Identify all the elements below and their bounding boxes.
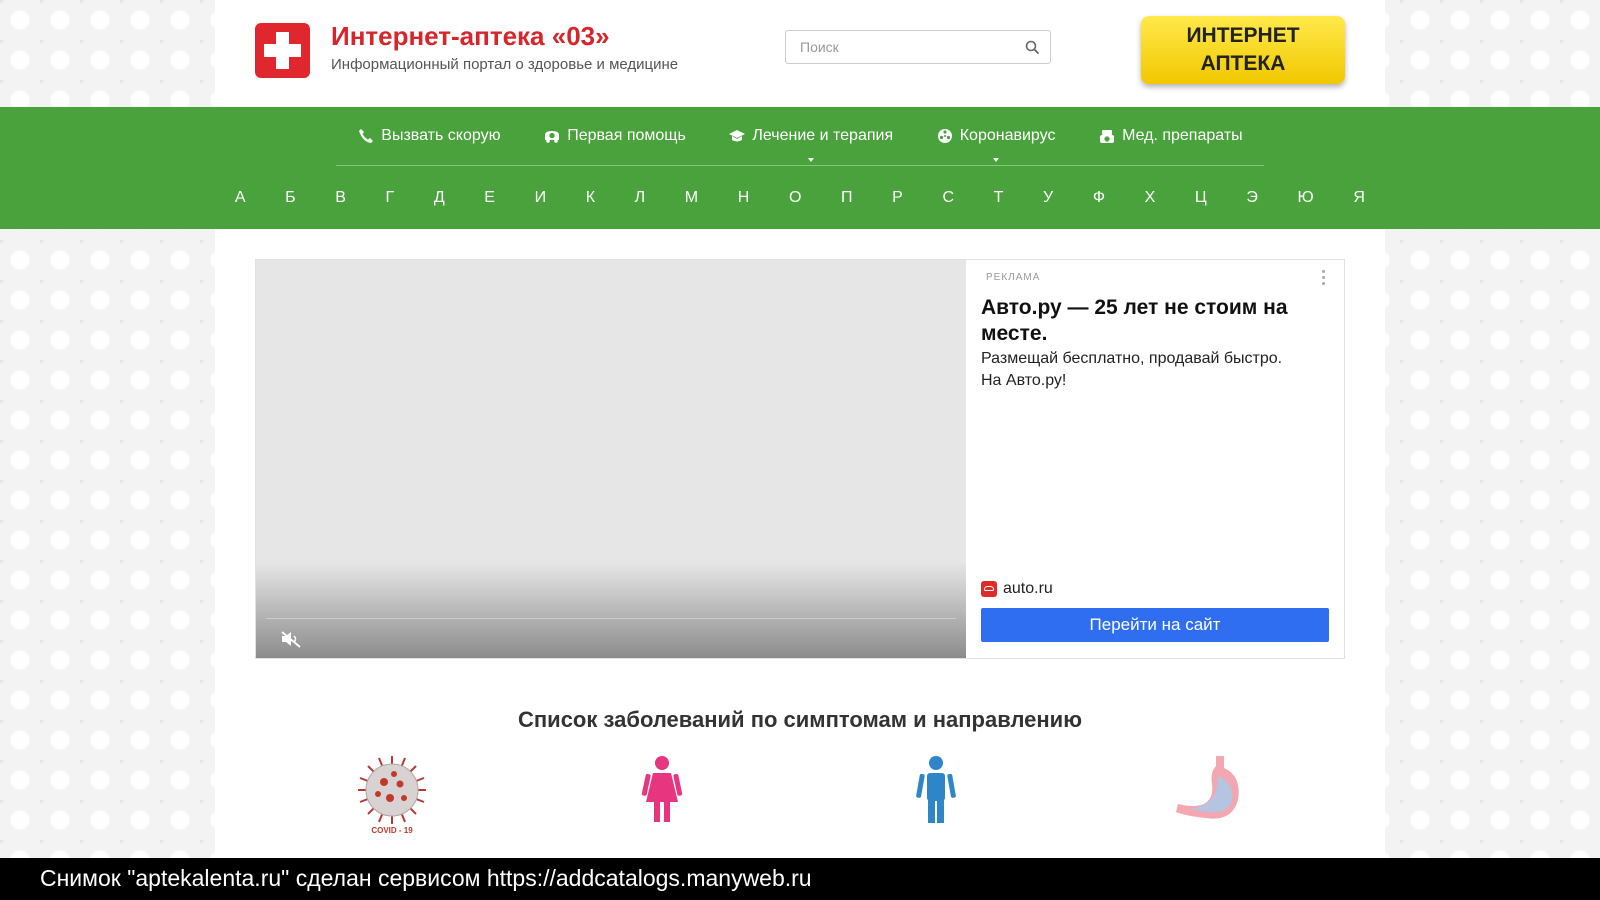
covid-virus-icon <box>358 756 426 824</box>
nav-item-label: Первая помощь <box>567 127 686 144</box>
search-input[interactable] <box>786 31 1034 63</box>
section-title: Список заболеваний по симптомам и направ… <box>518 707 1082 732</box>
alphabet-letter[interactable]: И <box>535 189 547 207</box>
screenshot-caption: Снимок "aptekalenta.ru" сделан сервисом … <box>40 865 812 891</box>
alphabet-letter[interactable]: Р <box>892 189 903 207</box>
ad-label: РЕКЛАМА <box>986 272 1041 283</box>
alphabet-letter[interactable]: В <box>335 189 346 207</box>
male-figure-icon <box>916 756 956 823</box>
main-nav: Вызвать скорую Первая помощь Лечение и т… <box>0 107 1600 229</box>
pills-icon <box>1100 130 1115 143</box>
ad-video[interactable] <box>256 260 966 658</box>
nav-item-label: Мед. препараты <box>1122 127 1243 144</box>
chevron-down-icon <box>992 158 999 162</box>
virus-icon <box>937 129 952 143</box>
alphabet-letter[interactable]: П <box>841 189 853 207</box>
site-subtitle: Информационный портал о здоровье и медиц… <box>331 56 679 73</box>
alphabet-index: АБВГДЕИКЛМНОПРСТУФХЦЭЮЯ <box>215 175 1385 221</box>
category-men[interactable] <box>896 754 976 838</box>
category-covid[interactable]: COVID - 19 <box>352 754 432 838</box>
ad-title[interactable]: Авто.ру — 25 лет не стоим на месте. <box>981 295 1291 347</box>
nav-item-label: Вызвать скорую <box>381 127 501 144</box>
nav-item-coronavirus[interactable]: Коронавирус <box>936 127 1056 162</box>
nav-item-ambulance-call[interactable]: Вызвать скорую <box>357 127 501 145</box>
ad-brand[interactable]: auto.ru <box>981 580 1053 598</box>
nav-item-treatment[interactable]: Лечение и терапия <box>728 127 894 162</box>
alphabet-letter[interactable]: М <box>685 189 698 207</box>
category-stomach[interactable] <box>1168 754 1248 838</box>
graduation-cap-icon <box>729 130 746 142</box>
alphabet-letter[interactable]: Я <box>1353 189 1365 207</box>
chevron-down-icon <box>807 158 814 162</box>
internet-pharmacy-button[interactable]: ИНТЕРНЕТ АПТЕКА <box>1141 16 1345 84</box>
alphabet-letter[interactable]: Е <box>484 189 495 207</box>
alphabet-letter[interactable]: А <box>235 189 246 207</box>
alphabet-letter[interactable]: Н <box>738 189 750 207</box>
alphabet-letter[interactable]: Л <box>635 189 646 207</box>
alphabet-letter[interactable]: Ц <box>1195 189 1207 207</box>
alphabet-letter[interactable]: Т <box>994 189 1004 207</box>
alphabet-letter[interactable]: Б <box>285 189 296 207</box>
female-figure-icon <box>641 756 683 822</box>
phone-icon <box>359 129 374 143</box>
alphabet-letter[interactable]: Г <box>386 189 395 207</box>
nav-item-first-aid[interactable]: Первая помощь <box>543 127 686 145</box>
ad-text: Размещай бесплатно, продавай быстро. На … <box>981 350 1283 389</box>
video-progress-bar[interactable] <box>266 618 956 619</box>
alphabet-letter[interactable]: Ю <box>1298 189 1314 207</box>
alphabet-letter[interactable]: Д <box>434 189 445 207</box>
logo-cross-icon[interactable] <box>255 23 310 78</box>
mute-icon[interactable] <box>280 630 302 648</box>
nav-item-label: Лечение и терапия <box>752 127 894 144</box>
nav-item-label: Коронавирус <box>959 127 1056 144</box>
alphabet-letter[interactable]: С <box>942 189 954 207</box>
screenshot-caption-bar: Снимок "aptekalenta.ru" сделан сервисом … <box>0 858 1600 900</box>
search-icon[interactable] <box>1024 39 1040 55</box>
alphabet-letter[interactable]: О <box>789 189 801 207</box>
covid-caption: COVID - 19 <box>371 826 413 835</box>
stomach-icon <box>1176 756 1239 819</box>
nav-item-medications[interactable]: Мед. препараты <box>1098 127 1243 145</box>
alphabet-letter[interactable]: Э <box>1246 189 1258 207</box>
ad-block: РЕКЛАМА Авто.ру — 25 лет не стоим на мес… <box>255 259 1345 659</box>
search-box <box>785 30 1051 64</box>
alphabet-letter[interactable]: Ф <box>1093 189 1105 207</box>
go-to-site-button[interactable]: Перейти на сайт <box>981 608 1329 642</box>
more-options-icon[interactable] <box>1322 270 1326 288</box>
site-title[interactable]: Интернет-аптека «03» <box>331 21 610 52</box>
alphabet-letter[interactable]: У <box>1043 189 1053 207</box>
alphabet-letter[interactable]: Х <box>1145 189 1156 207</box>
ambulance-icon <box>545 131 560 143</box>
alphabet-letter[interactable]: К <box>586 189 595 207</box>
nav-menu: Вызвать скорую Первая помощь Лечение и т… <box>336 107 1264 166</box>
category-women[interactable] <box>622 754 702 838</box>
auto-ru-logo-icon <box>981 581 997 597</box>
ad-brand-name: auto.ru <box>1003 580 1053 597</box>
